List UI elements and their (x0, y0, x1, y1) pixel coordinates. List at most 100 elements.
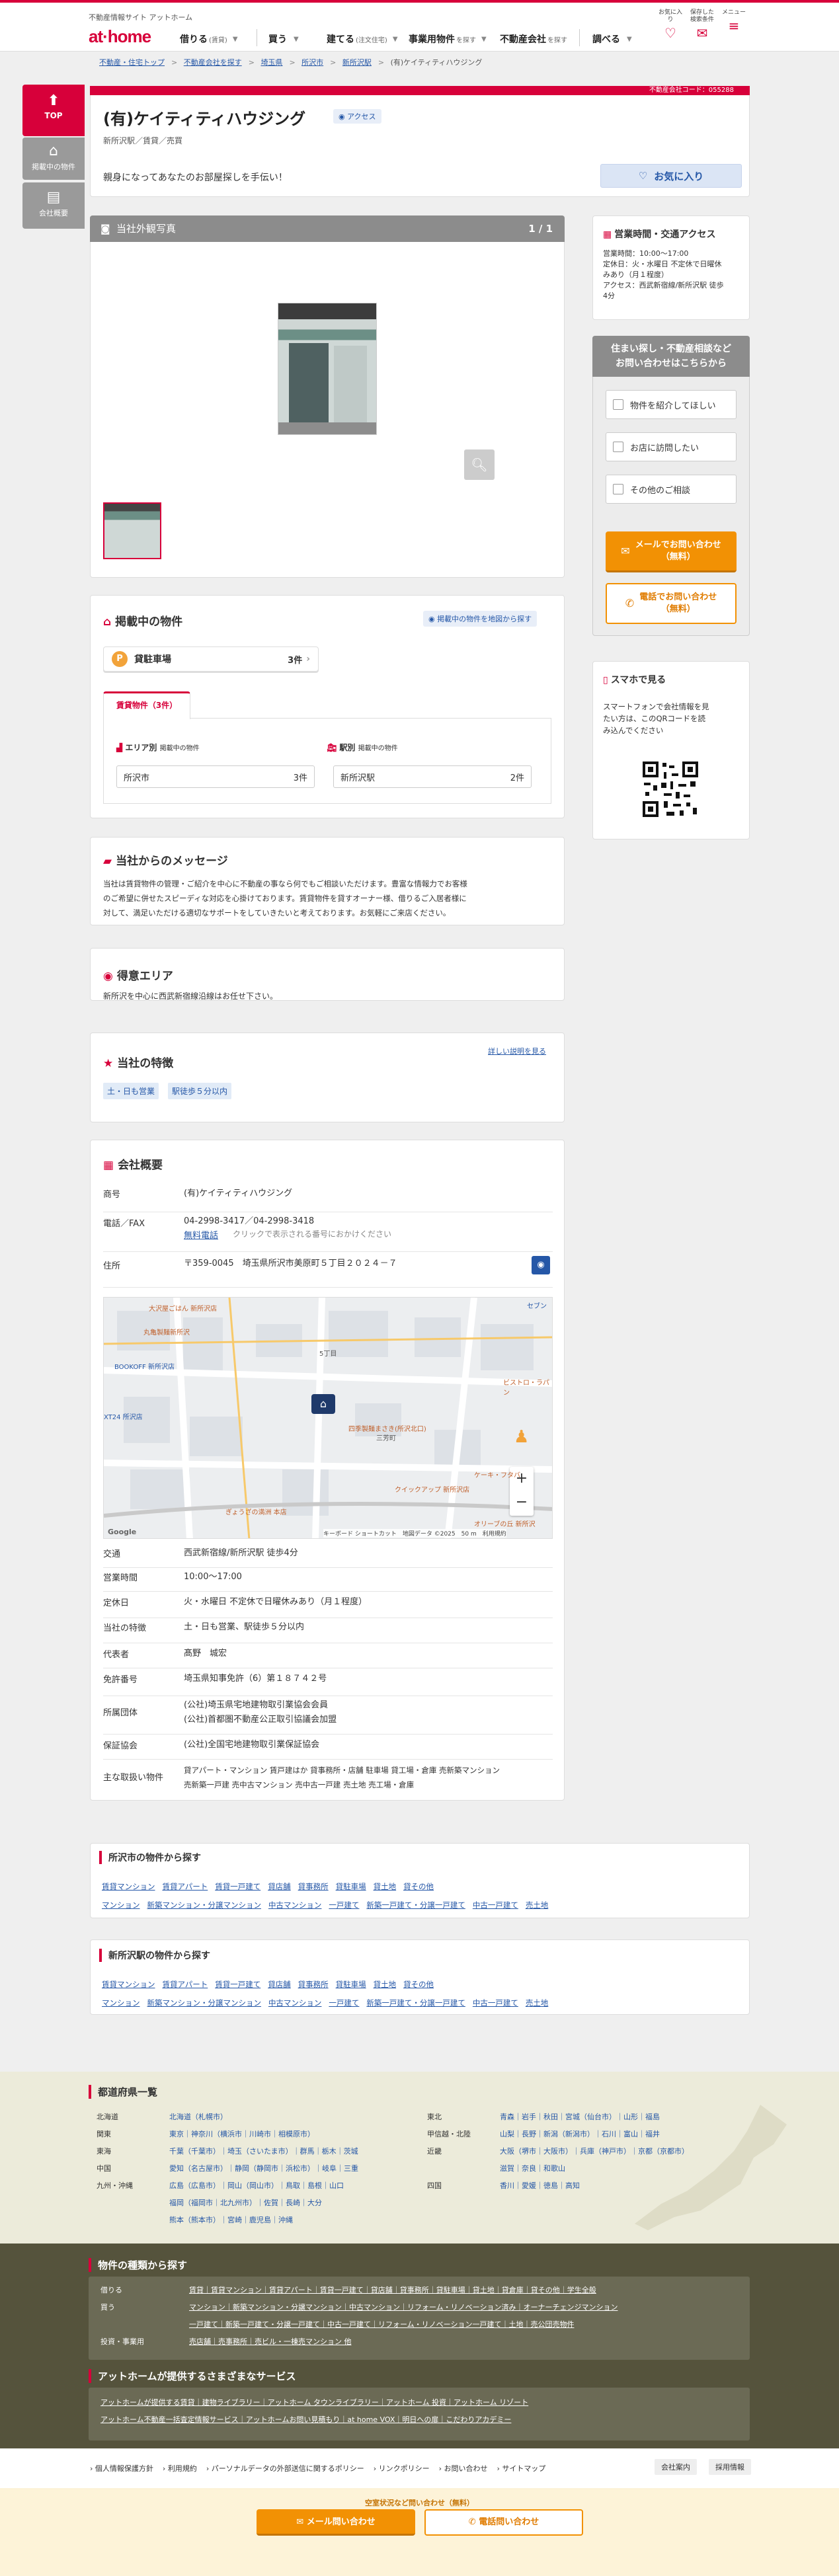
favorites-header-button[interactable]: お気に入り ♡ (657, 9, 684, 41)
saved-search-button[interactable]: 保存した検索条件 ✉ (689, 9, 715, 41)
bottom-inquiry-bar: 空室状況など問い合わせ（無料） ✉ メール問い合わせ ✆ 電話問い合わせ (0, 2488, 839, 2576)
search-link[interactable]: 貸店舗 (268, 1980, 291, 1989)
athome-logo[interactable]: at·home (89, 26, 151, 47)
nav-rent[interactable]: 借りる (賃貸) ▼ (180, 29, 238, 49)
footer-link[interactable]: › リンクポリシー (374, 2464, 430, 2473)
storefront-photo[interactable] (278, 303, 377, 435)
zoom-magnifier-icon[interactable]: 🔍︎ (464, 449, 495, 480)
free-call-link[interactable]: 無料電話 (184, 1228, 218, 1241)
search-link[interactable]: 中古マンション (268, 1998, 322, 2008)
bottom-tel-button[interactable]: ✆ 電話問い合わせ (424, 2509, 583, 2536)
nav-research[interactable]: 調べる ▼ (592, 29, 632, 49)
train-icon: 🚉︎ (327, 743, 340, 752)
nav-build[interactable]: 建てる (注文住宅) ▼ (327, 29, 398, 49)
footer-link[interactable]: › 個人情報保護方針 (90, 2464, 153, 2473)
prefecture-regions-left: 北海道 関東 東海 中国 九州・沖縄 (97, 2113, 133, 2190)
search-link[interactable]: 賃貸マンション (102, 1882, 155, 1891)
side-tab-listings[interactable]: ⌂ 掲載中の物件 (22, 137, 85, 180)
inquiry-option-visit[interactable]: お店に訪問したい (606, 432, 737, 461)
side-tab-overview[interactable]: ▤ 会社概要 (22, 182, 85, 229)
breadcrumb-link[interactable]: 不動産会社を探す (184, 58, 242, 67)
company-map-marker[interactable]: ⌂ (311, 1394, 335, 1414)
search-link[interactable]: 貸土地 (374, 1980, 397, 1989)
search-link[interactable]: 貸事務所 (298, 1980, 329, 1989)
search-link[interactable]: 賃貸アパート (162, 1882, 208, 1891)
search-link[interactable]: 新築マンション・分譲マンション (147, 1900, 261, 1910)
phone-icon: ✆ (625, 597, 635, 609)
photo-thumbnail[interactable] (103, 502, 161, 559)
footer-link[interactable]: › お問い合わせ (439, 2464, 488, 2473)
search-link[interactable]: 賃貸一戸建て (215, 1882, 260, 1891)
search-link[interactable]: 一戸建て (329, 1998, 359, 2008)
nav-agents[interactable]: 不動産会社 を探す (500, 29, 567, 49)
feature-tag: 土・日も営業 (103, 1083, 159, 1099)
map-pin-icon: ◉ (339, 112, 348, 121)
search-link[interactable]: 中古一戸建て (473, 1998, 518, 2008)
chevron-down-icon: ▼ (232, 35, 238, 43)
breadcrumb-link[interactable]: 埼玉県 (260, 58, 282, 67)
checkbox[interactable] (613, 442, 623, 452)
search-link[interactable]: 賃貸一戸建て (215, 1980, 260, 1989)
access-badge[interactable]: ◉ アクセス (333, 109, 381, 124)
company-map[interactable]: ⌂ + − ♟ 大沢屋ごはん 新所沢店 丸亀製麺新所沢 BOOKOFF 新所沢店 … (103, 1297, 553, 1539)
mail-inquiry-button[interactable]: ✉ メールでお問い合わせ （無料） (606, 531, 737, 572)
search-link[interactable]: 中古一戸建て (473, 1900, 518, 1910)
search-link[interactable]: マンション (102, 1998, 140, 2008)
station-row-shintokorozawa[interactable]: 新所沢駅 2件 (333, 765, 532, 788)
menu-button[interactable]: メニュー ≡ (721, 9, 747, 34)
inquiry-option-introduce[interactable]: 物件を紹介してほしい (606, 390, 737, 419)
search-link[interactable]: 貸その他 (403, 1980, 434, 1989)
company-info-button[interactable]: 会社案内 (655, 2459, 697, 2475)
map-footer: キーボード ショートカット 地図データ ©2025 50 m 利用規約 (323, 1529, 506, 1538)
search-link[interactable]: 一戸建て (329, 1900, 359, 1910)
nav-business[interactable]: 事業用物件 を探す ▼ (409, 29, 487, 49)
pegman-icon[interactable]: ♟ (514, 1427, 530, 1454)
side-tab-top[interactable]: ⬆ TOP (22, 85, 85, 136)
features-detail-link[interactable]: 詳しい説明を見る (488, 1046, 546, 1056)
search-link[interactable]: 賃貸アパート (162, 1980, 208, 1989)
search-link[interactable]: 新築一戸建て・分譲一戸建て (366, 1998, 465, 2008)
parking-icon: P (112, 651, 128, 667)
search-link[interactable]: 貸事務所 (298, 1882, 329, 1891)
breadcrumb-link[interactable]: 所沢市 (301, 58, 323, 67)
property-type-links[interactable]: 賃貸｜賃貸マンション｜賃貸アパート｜賃貸一戸建て｜貸店舗｜貸事務所｜貸駐車場｜貸… (189, 2282, 618, 2351)
search-link[interactable]: 新築マンション・分譲マンション (147, 1998, 261, 2008)
site-header: 不動産情報サイト アットホーム at·home 借りる (賃貸) ▼ 買う ▼ 建てる… (0, 0, 839, 52)
footer-link[interactable]: › 利用規約 (163, 2464, 197, 2473)
search-link[interactable]: 新築一戸建て・分譲一戸建て (366, 1900, 465, 1910)
nav-buy[interactable]: 買う ▼ (268, 29, 299, 49)
breadcrumb-link[interactable]: 不動産・住宅トップ (99, 58, 165, 67)
search-link[interactable]: マンション (102, 1900, 140, 1910)
search-link[interactable]: 中古マンション (268, 1900, 322, 1910)
search-link[interactable]: 貸店舗 (268, 1882, 291, 1891)
footer-link[interactable]: › サイトマップ (497, 2464, 546, 2473)
map-search-button[interactable]: ◉ 掲載中の物件を地図から探す (423, 611, 538, 627)
map-pin-icon[interactable]: ◉ (532, 1256, 550, 1274)
services-links[interactable]: アットホームが提供する賃貸｜建物ライブラリー｜アットホーム タウンライブラリー｜… (100, 2394, 528, 2429)
inquiry-option-other[interactable]: その他のご相談 (606, 475, 737, 504)
overview-row: 営業時間 10:00～17:00 (103, 1571, 553, 1592)
search-link[interactable]: 貸土地 (374, 1882, 397, 1891)
footer-link[interactable]: › パーソナルデータの外部送信に関するポリシー (206, 2464, 364, 2473)
tab-rental[interactable]: 賃貸物件（3件） (103, 691, 190, 719)
search-link[interactable]: 賃貸マンション (102, 1980, 155, 1989)
prefecture-links-left[interactable]: 北海道（札幌市） 東京｜神奈川（横浜市｜川崎市｜相模原市） 千葉（千葉市）｜埼玉（さ… (169, 2109, 358, 2229)
search-link[interactable]: 貸駐車場 (336, 1980, 366, 1989)
tel-inquiry-button[interactable]: ✆ 電話でお問い合わせ （無料） (606, 583, 737, 624)
checkbox[interactable] (613, 484, 623, 494)
checkbox[interactable] (613, 399, 623, 410)
prefecture-links-right[interactable]: 青森｜岩手｜秋田｜宮城（仙台市）｜山形｜福島 山梨｜長野｜新潟（新潟市）｜石川｜富… (500, 2109, 689, 2195)
breadcrumb-link[interactable]: 新所沢駅 (342, 58, 372, 67)
mail-icon: ✉ (621, 544, 630, 557)
bottom-mail-button[interactable]: ✉ メール問い合わせ (257, 2509, 415, 2536)
recruit-button[interactable]: 採用情報 (709, 2459, 751, 2475)
search-link[interactable]: 貸その他 (403, 1882, 434, 1891)
overview-row: 保証協会 (公社)全国宅地建物取引業保証協会 (103, 1738, 553, 1760)
site-tagline: 不動産情報サイト アットホーム (89, 13, 193, 22)
area-row-tokorozawa[interactable]: 所沢市 3件 (116, 765, 315, 788)
search-link[interactable]: 売土地 (526, 1900, 549, 1910)
favorite-button[interactable]: ♡ お気に入り (600, 164, 742, 188)
search-link[interactable]: 売土地 (526, 1998, 549, 2008)
search-link[interactable]: 貸駐車場 (336, 1882, 366, 1891)
category-parking-button[interactable]: P 貸駐車場 3件 › (103, 646, 319, 672)
